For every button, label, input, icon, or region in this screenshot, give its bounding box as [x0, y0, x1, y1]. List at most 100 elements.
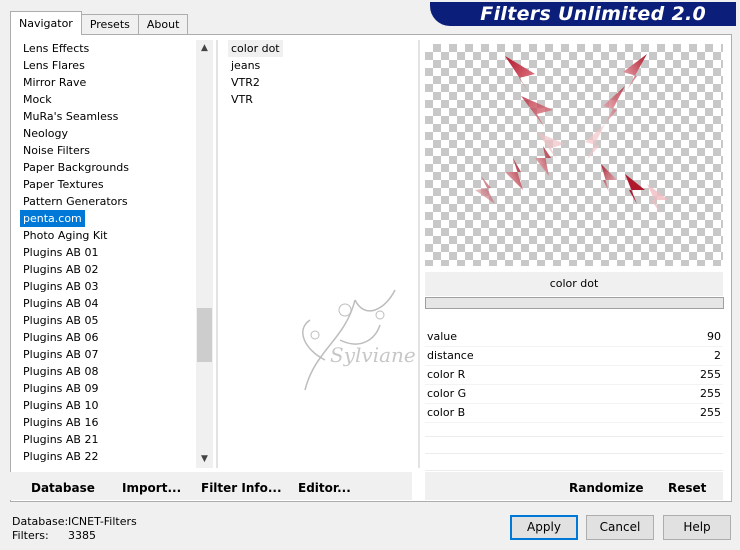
apply-button[interactable]: Apply — [510, 515, 578, 540]
category-item[interactable]: MuRa's Seamless — [20, 108, 196, 125]
filters-count-value: 3385 — [68, 529, 96, 542]
category-item[interactable]: Plugins AB 21 — [20, 431, 196, 448]
category-label: Pattern Generators — [23, 195, 128, 208]
filter-label: jeans — [231, 59, 261, 72]
category-item[interactable]: Neology — [20, 125, 196, 142]
filter-progress-bar — [425, 297, 724, 309]
database-value: ICNET-Filters — [68, 515, 137, 528]
help-button[interactable]: Help — [663, 515, 731, 540]
category-item[interactable]: penta.com — [20, 210, 196, 227]
scroll-down-arrow-icon[interactable]: ▼ — [196, 451, 213, 468]
category-item[interactable]: Plugins AB 05 — [20, 312, 196, 329]
list-divider — [216, 40, 218, 468]
import-button[interactable]: Import... — [122, 478, 181, 498]
category-item[interactable]: Plugins AB 02 — [20, 261, 196, 278]
category-label: Mock — [23, 93, 52, 106]
category-scrollbar[interactable]: ▲ ▼ — [196, 40, 213, 468]
param-slider-row[interactable]: value 90 — [425, 328, 723, 347]
param-value: 255 — [700, 387, 721, 400]
category-label: Lens Effects — [23, 42, 90, 55]
category-item[interactable]: Plugins AB 03 — [20, 278, 196, 295]
category-label: penta.com — [20, 210, 85, 227]
category-item[interactable]: Noise Filters — [20, 142, 196, 159]
category-label: Plugins AB 22 — [23, 450, 99, 463]
database-label: Database: — [12, 515, 69, 528]
cancel-button[interactable]: Cancel — [586, 515, 654, 540]
category-item[interactable]: Plugins AB 01 — [20, 244, 196, 261]
category-item[interactable]: Plugins AB 10 — [20, 397, 196, 414]
category-label: Plugins AB 02 — [23, 263, 99, 276]
filter-preview — [425, 44, 723, 266]
category-label: Paper Textures — [23, 178, 104, 191]
category-label: Plugins AB 01 — [23, 246, 99, 259]
category-item[interactable]: Pattern Generators — [20, 193, 196, 210]
filters-count-label: Filters: — [12, 529, 49, 542]
filter-label: VTR2 — [231, 76, 260, 89]
category-label: Lens Flares — [23, 59, 85, 72]
category-item[interactable]: Lens Effects — [20, 40, 196, 57]
param-label: color G — [427, 387, 467, 400]
category-item[interactable]: Lens Flares — [20, 57, 196, 74]
category-item[interactable]: Plugins AB 16 — [20, 414, 196, 431]
filter-item[interactable]: VTR2 — [228, 74, 414, 91]
category-item[interactable]: Mirror Rave — [20, 74, 196, 91]
category-label: MuRa's Seamless — [23, 110, 119, 123]
preview-image — [475, 54, 669, 214]
param-value: 90 — [707, 330, 721, 343]
category-item[interactable]: Photo Aging Kit — [20, 227, 196, 244]
filter-item[interactable]: color dot — [228, 40, 414, 57]
category-label: Plugins AB 08 — [23, 365, 99, 378]
category-label: Plugins AB 03 — [23, 280, 99, 293]
tab-bar: Navigator Presets About — [10, 11, 189, 35]
status-info: Database: ICNET-Filters Filters: 3385 — [12, 515, 137, 543]
parameter-empty-rows — [425, 420, 723, 471]
category-label: Plugins AB 04 — [23, 297, 99, 310]
category-item[interactable]: Paper Backgrounds — [20, 159, 196, 176]
filter-item[interactable]: VTR — [228, 91, 414, 108]
randomize-button[interactable]: Randomize — [569, 478, 643, 498]
category-list[interactable]: Lens Effects Lens Flares Mirror Rave Mock Mu… — [20, 40, 196, 468]
param-label: distance — [427, 349, 474, 362]
category-label: Paper Backgrounds — [23, 161, 130, 174]
param-slider-row[interactable]: color G 255 — [425, 385, 723, 404]
reset-button[interactable]: Reset — [668, 478, 706, 498]
param-label: color R — [427, 368, 466, 381]
list-divider — [418, 40, 420, 468]
category-item[interactable]: Paper Textures — [20, 176, 196, 193]
param-value: 255 — [700, 368, 721, 381]
category-label: Plugins AB 06 — [23, 331, 99, 344]
watermark-logo: Sylviane — [285, 280, 416, 403]
parameter-list: value 90 distance 2 color R 255 color G 255 colo… — [425, 328, 723, 423]
tab-about[interactable]: About — [137, 14, 189, 34]
category-label: Plugins AB 21 — [23, 433, 99, 446]
category-item[interactable]: Plugins AB 09 — [20, 380, 196, 397]
svg-text:Sylviane: Sylviane — [330, 343, 415, 367]
param-label: value — [427, 330, 458, 343]
category-label: Plugins AB 05 — [23, 314, 99, 327]
tab-presets[interactable]: Presets — [80, 14, 139, 34]
app-title-banner: Filters Unlimited 2.0 — [430, 2, 736, 26]
param-value: 2 — [714, 349, 721, 362]
category-item[interactable]: Plugins AB 06 — [20, 329, 196, 346]
selected-filter-name: color dot — [425, 272, 723, 296]
app-title: Filters Unlimited 2.0 — [480, 3, 706, 25]
category-label: Neology — [23, 127, 69, 140]
filter-item[interactable]: jeans — [228, 57, 414, 74]
category-label: Plugins AB 10 — [23, 399, 99, 412]
category-label: Plugins AB 16 — [23, 416, 99, 429]
filter-info-button[interactable]: Filter Info... — [201, 478, 282, 498]
category-item[interactable]: Plugins AB 04 — [20, 295, 196, 312]
editor-button[interactable]: Editor... — [298, 478, 351, 498]
param-slider-row[interactable]: distance 2 — [425, 347, 723, 366]
category-item[interactable]: Plugins AB 07 — [20, 346, 196, 363]
scroll-up-arrow-icon[interactable]: ▲ — [196, 40, 213, 57]
filter-list[interactable]: color dot jeans VTR2 VTR — [228, 40, 414, 468]
category-item[interactable]: Plugins AB 08 — [20, 363, 196, 380]
tab-navigator[interactable]: Navigator — [10, 11, 82, 35]
category-item[interactable]: Mock — [20, 91, 196, 108]
param-slider-row[interactable]: color R 255 — [425, 366, 723, 385]
scrollbar-thumb[interactable] — [197, 308, 212, 362]
category-label: Plugins AB 09 — [23, 382, 99, 395]
category-item[interactable]: Plugins AB 22 — [20, 448, 196, 465]
database-button[interactable]: Database — [31, 478, 95, 498]
